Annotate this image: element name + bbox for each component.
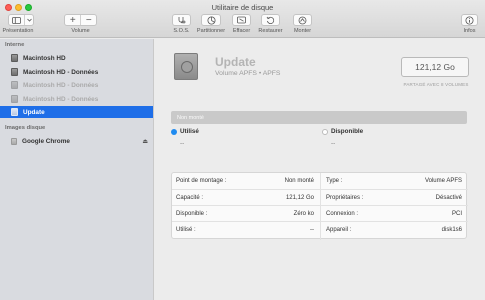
info-table: Point de montage : Non monté Type : Volu… — [171, 172, 468, 240]
legend-free-label: Disponible — [331, 128, 364, 135]
info-label: Point de montage : — [176, 178, 227, 184]
volume-size-caption: PARTAGÉ AVEC 8 VOLUMES — [403, 82, 469, 87]
disk-image-icon — [11, 137, 17, 145]
volume-name: Update — [215, 55, 256, 69]
stethoscope-icon — [178, 17, 186, 24]
sidebar: Interne Macintosh HD Macintosh HD - Donn… — [0, 39, 153, 300]
info-label: Connexion : — [326, 211, 359, 217]
info-button[interactable] — [461, 14, 478, 26]
restore-button[interactable] — [261, 14, 280, 26]
legend-used: Utilisé — [171, 128, 199, 135]
sidebar-header-internal: Interne — [5, 42, 25, 48]
sidebar-item-label: Macintosh HD - Données — [23, 81, 99, 89]
sidebar-item-label: Macintosh HD - Données — [23, 95, 99, 103]
sidebar-item-macintosh-hd[interactable]: Macintosh HD — [0, 52, 153, 64]
info-label: Disponible : — [176, 211, 208, 217]
first-aid-button[interactable] — [172, 14, 191, 26]
sidebar-item-google-chrome[interactable]: Google Chrome ⏏ — [0, 135, 153, 147]
volume-label: Volume — [71, 28, 90, 34]
legend-used-label: Utilisé — [180, 128, 199, 135]
partition-label: Partitionner — [196, 28, 226, 34]
volume-size: 121,12 Go — [401, 57, 469, 77]
table-row: Disponible : Zéro ko Connexion : PCI — [172, 205, 468, 221]
sidebar-item-macintosh-hd-data-2[interactable]: Macintosh HD - Données — [0, 79, 153, 91]
add-volume-button[interactable]: + — [65, 15, 80, 25]
partition-icon — [207, 16, 215, 24]
info-value: Désactivé — [435, 195, 462, 201]
info-value: -- — [310, 227, 314, 233]
hard-drive-icon — [11, 108, 18, 116]
sidebar-item-label: Update — [23, 108, 45, 116]
partition-button[interactable] — [201, 14, 221, 26]
table-row: Utilisé : -- Appareil : disk1s6 — [172, 221, 468, 237]
info-value: Non monté — [284, 178, 314, 184]
view-toggle[interactable] — [8, 14, 34, 26]
info-label: Utilisé : — [176, 227, 196, 233]
sidebar-item-label: Google Chrome — [22, 137, 70, 145]
volume-add-remove[interactable]: + − — [64, 14, 97, 26]
info-label: Capacité : — [176, 195, 204, 201]
sidebar-item-macintosh-hd-data-3[interactable]: Macintosh HD - Données — [0, 93, 153, 105]
free-dot-icon — [322, 128, 328, 135]
sidebar-item-update[interactable]: Update — [0, 106, 153, 118]
restore-label: Restaurer — [258, 28, 283, 34]
eject-icon[interactable]: ⏏ — [142, 138, 148, 145]
usage-bar-label: Non monté — [177, 114, 204, 121]
mount-icon — [298, 16, 307, 24]
usage-bar: Non monté — [171, 111, 467, 124]
table-row: Capacité : 121,12 Go Propriétaires : Dés… — [172, 189, 468, 205]
hard-drive-icon — [11, 95, 18, 103]
info-value: Zéro ko — [293, 211, 314, 217]
info-value: disk1s6 — [441, 227, 462, 233]
erase-icon — [237, 16, 246, 24]
sidebar-item-label: Macintosh HD — [23, 54, 66, 62]
hard-drive-icon — [11, 81, 18, 89]
chevron-down-icon[interactable] — [24, 15, 33, 25]
info-value: 121,12 Go — [285, 195, 314, 201]
info-label: Type : — [326, 178, 343, 184]
remove-volume-button[interactable]: − — [80, 15, 96, 25]
used-dot-icon — [171, 128, 177, 135]
presentation-label: Présentation — [2, 28, 34, 34]
legend-free-value: -- — [331, 140, 336, 147]
info-label: Propriétaires : — [326, 195, 364, 201]
volume-detail-panel: Update Volume APFS • APFS 121,12 Go PART… — [153, 39, 485, 300]
legend-used-value: -- — [180, 140, 185, 147]
volume-subtitle: Volume APFS • APFS — [215, 70, 281, 77]
info-value: PCI — [451, 211, 462, 217]
sidebar-item-macintosh-hd-data[interactable]: Macintosh HD - Données — [0, 66, 153, 78]
hard-drive-icon — [11, 68, 18, 76]
info-label: Infos — [463, 28, 476, 34]
restore-icon — [266, 16, 275, 24]
sidebar-item-label: Macintosh HD - Données — [23, 68, 99, 76]
toolbar: Utilitaire de disque Présentation + − Vo… — [0, 0, 485, 38]
legend-free: Disponible — [322, 128, 363, 135]
mount-label: Monter — [293, 28, 312, 34]
table-row: Point de montage : Non monté Type : Volu… — [172, 173, 468, 189]
mount-button[interactable] — [293, 14, 312, 26]
sidebar-header-disk-images: Images disque — [5, 125, 46, 131]
info-value: Volume APFS — [424, 178, 462, 184]
info-label: Appareil : — [326, 227, 352, 233]
sidebar-icon[interactable] — [9, 15, 24, 25]
erase-button[interactable] — [232, 14, 251, 26]
window-title: Utilitaire de disque — [211, 3, 274, 12]
volume-drive-icon — [174, 53, 198, 80]
hard-drive-icon — [11, 54, 18, 62]
disk-utility-window: Utilitaire de disque Présentation + − Vo… — [0, 0, 485, 300]
erase-label: Effacer — [232, 28, 251, 34]
info-icon — [465, 16, 474, 24]
